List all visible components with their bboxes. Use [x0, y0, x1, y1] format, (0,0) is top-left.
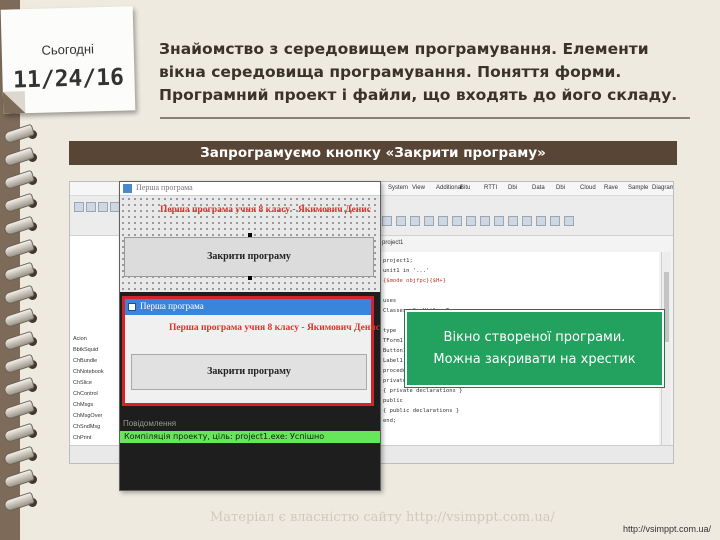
toolbar-button[interactable] [86, 202, 96, 212]
tree-item[interactable]: ChSndMsg [73, 424, 100, 430]
code-line: { private declarations } [383, 388, 463, 394]
toolbar-button[interactable] [74, 202, 84, 212]
code-line: unit1 in '...' [383, 268, 430, 274]
messages-title: Повідомлення [123, 419, 177, 428]
toolbar-button[interactable] [98, 202, 108, 212]
ide-menu-item[interactable]: Bitu [460, 185, 470, 191]
component-palette-button[interactable] [438, 216, 448, 226]
designer-title: Перша програма [136, 183, 193, 192]
today-label: Сьогодні [41, 41, 95, 58]
component-palette-button[interactable] [396, 216, 406, 226]
component-palette-button[interactable] [424, 216, 434, 226]
app-label: Перша програма учня 8 класу - Якимович Д… [169, 323, 380, 333]
component-tree-panel: Acion BbtkSquid ChBundle ChNotebook ChSlice C… [70, 236, 122, 452]
ide-menu-item[interactable]: System [388, 185, 408, 191]
code-line: private [383, 378, 407, 384]
section-banner: Запрограмуємо кнопку «Закрити програму» [69, 141, 677, 165]
code-line: type [383, 328, 397, 334]
selection-handle[interactable] [248, 276, 252, 280]
tree-item[interactable]: ChMsgOver [73, 413, 102, 419]
component-palette-button[interactable] [508, 216, 518, 226]
date-value: 11/24/16 [12, 64, 125, 94]
code-line: end; [383, 418, 397, 424]
callout-line-1: Вікно створеної програми. [443, 330, 626, 345]
editor-tab[interactable]: project1 [382, 240, 403, 246]
component-palette-button[interactable] [494, 216, 504, 226]
app-titlebar[interactable]: Перша програма [125, 299, 371, 315]
compile-status-message: Компіляція проекту, ціль: project1.exe: … [120, 431, 380, 443]
slide-title: Знайомство з середовищем програмування. … [159, 40, 678, 104]
component-palette-button[interactable] [522, 216, 532, 226]
form-canvas[interactable]: Перша програма учня 8 класу - Якимович Д… [120, 196, 380, 292]
ide-menu-item[interactable]: Diagrams [652, 185, 673, 191]
code-line: uses [383, 298, 397, 304]
scrollbar-thumb[interactable] [664, 272, 669, 342]
ide-menu-item[interactable]: Sample [628, 185, 648, 191]
tree-item[interactable]: ChNotebook [73, 369, 104, 375]
tree-item[interactable]: ChControl [73, 391, 98, 397]
ide-menu-item[interactable]: Dbi [556, 185, 565, 191]
title-divider [160, 117, 690, 119]
ide-menu-item[interactable]: Rave [604, 185, 618, 191]
component-palette-button[interactable] [382, 216, 392, 226]
ide-menu-item[interactable]: Data [532, 185, 545, 191]
tree-item[interactable]: ChPrint [73, 435, 91, 441]
close-program-button-design[interactable]: Закрити програму [124, 237, 374, 277]
footer-copyright: Матеріал є власністю сайту http://vsimpp… [210, 510, 555, 525]
component-palette-button[interactable] [452, 216, 462, 226]
tree-item[interactable]: ChMsgs [73, 402, 93, 408]
form-label[interactable]: Перша програма учня 8 класу - Якимович Д… [160, 205, 371, 215]
close-program-button[interactable]: Закрити програму [131, 354, 367, 390]
callout-note: Вікно створеної програми. Можна закриват… [405, 310, 664, 387]
code-line: project1; [383, 258, 413, 264]
tree-item[interactable]: Acion [73, 336, 87, 342]
code-line: public [383, 398, 403, 404]
ide-menu-item[interactable]: Cloud [580, 185, 596, 191]
code-line: { public declarations } [383, 408, 460, 414]
note-fold-corner [2, 91, 26, 114]
ide-menu-item[interactable]: Additional [436, 185, 462, 191]
component-palette-button[interactable] [550, 216, 560, 226]
app-window-icon [128, 303, 136, 311]
designer-titlebar: Перша програма [120, 182, 380, 196]
tree-item[interactable]: ChBundle [73, 358, 97, 364]
app-title: Перша програма [140, 301, 204, 311]
component-palette-button[interactable] [536, 216, 546, 226]
running-app-window: Перша програма Перша програма учня 8 кла… [122, 296, 380, 406]
component-palette-button[interactable] [480, 216, 490, 226]
ide-menu-item[interactable]: RTTI [484, 185, 497, 191]
component-palette-button[interactable] [410, 216, 420, 226]
selection-handle[interactable] [248, 233, 252, 237]
tree-item[interactable]: ChSlice [73, 380, 92, 386]
callout-line-2: Можна закривати на хрестик [433, 352, 636, 367]
component-palette-button[interactable] [466, 216, 476, 226]
footer-url[interactable]: http://vsimppt.com.ua/ [623, 524, 711, 534]
ide-menu-item[interactable]: View [412, 185, 425, 191]
ide-menu-item[interactable]: Dbi [508, 185, 517, 191]
code-line: {$mode objfpc}{$H+} [383, 278, 446, 284]
component-palette-button[interactable] [564, 216, 574, 226]
date-note: Сьогодні 11/24/16 [0, 6, 136, 114]
form-icon [123, 184, 132, 193]
tree-item[interactable]: BbtkSquid [73, 347, 98, 353]
